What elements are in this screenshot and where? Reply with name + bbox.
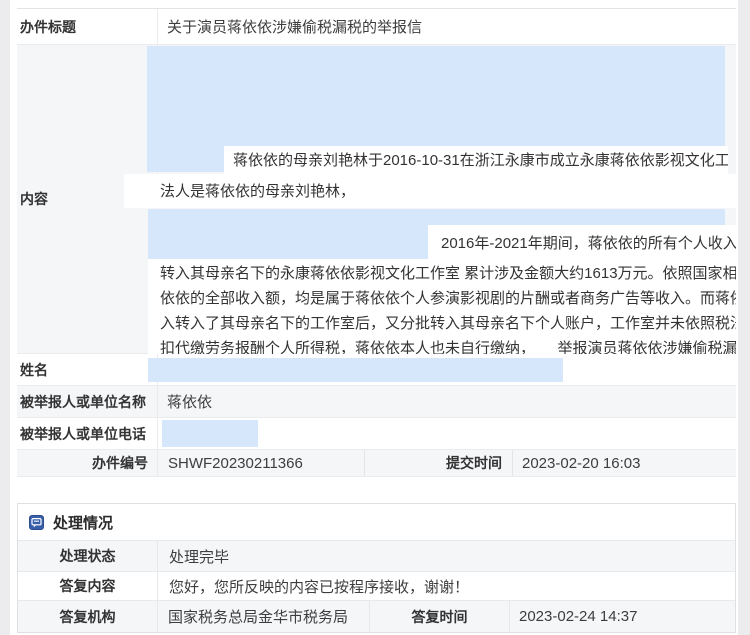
redaction-block — [162, 420, 258, 447]
handling-status-value: 处理完毕 — [158, 541, 735, 571]
reply-content-value: 您好，您所反映的内容已按程序接收，谢谢！ — [158, 572, 735, 600]
content-line: 蒋依依的母亲刘艳林于2016-10-31在浙江永康市成立永康蒋依依影视文化工作室… — [233, 148, 728, 173]
reply-content-label: 答复内容 — [18, 572, 158, 600]
reported-name-value: 蒋依依 — [158, 386, 736, 417]
handling-result-title: 处理情况 — [53, 512, 113, 533]
row-reply-content: 答复内容 您好，您所反映的内容已按程序接收，谢谢！ — [18, 571, 735, 601]
content-text-patch: 2016年-2021年期间，蒋依依的所有个人收入全部 — [428, 225, 736, 259]
submit-time-value: 2023-02-20 16:03 — [513, 450, 736, 476]
table-row-title: 办件标题 关于演员蒋依依涉嫌偷税漏税的举报信 — [17, 9, 736, 45]
handling-status-label: 处理状态 — [18, 541, 158, 571]
row-handling-status: 处理状态 处理完毕 — [18, 541, 735, 571]
content-line: 入转入了其母亲名下的工作室后，又分批转入其母亲名下个人账户，工作室并未依照税法规… — [160, 311, 736, 336]
table-row-reported-name: 被举报人或单位名称 蒋依依 — [17, 386, 736, 418]
table-row-content: 内容 蒋依依的母亲刘艳林于2016-10-31在浙江永康市成立永康蒋依依影视文化… — [17, 45, 736, 354]
page-right-gutter — [738, 0, 750, 635]
content-text-patch: 蒋依依的母亲刘艳林于2016-10-31在浙江永康市成立永康蒋依依影视文化工作室… — [224, 146, 728, 175]
comments-icon — [29, 515, 44, 530]
content-line: 依依的全部收入额，均是属于蒋依依个人参演影视剧的片酬或者商务广告等收入。而蒋依依… — [160, 286, 736, 311]
page-left-gutter — [0, 0, 10, 635]
handling-result-header: 处理情况 — [18, 504, 735, 541]
title-label: 办件标题 — [17, 9, 158, 44]
case-number-label: 办件编号 — [17, 450, 158, 476]
reported-phone-label: 被举报人或单位电话 — [17, 418, 158, 449]
content-line: 2016年-2021年期间，蒋依依的所有个人收入全部 — [441, 231, 736, 256]
title-value: 关于演员蒋依依涉嫌偷税漏税的举报信 — [158, 9, 736, 44]
reply-agency-value: 国家税务总局金华市税务局 — [158, 601, 370, 632]
content-paragraph: 转入其母亲名下的永康蒋依依影视文化工作室 累计涉及金额大约1613万元。依照国家… — [148, 259, 736, 354]
reported-name-label: 被举报人或单位名称 — [17, 386, 158, 417]
handling-result-box: 处理情况 处理状态 处理完毕 答复内容 您好，您所反映的内容已按程序接收，谢谢！… — [17, 503, 736, 633]
row-reply-agency: 答复机构 国家税务总局金华市税务局 答复时间 2023-02-24 14:37 — [18, 601, 735, 632]
content-line: 法人是蒋依依的母亲刘艳林， — [160, 179, 355, 204]
complaint-form-table: 办件标题 关于演员蒋依依涉嫌偷税漏税的举报信 内容 蒋依依的母亲刘艳林于2016… — [17, 8, 736, 477]
table-row-reported-phone: 被举报人或单位电话 — [17, 418, 736, 450]
case-number-value: SHWF20230211366 — [158, 450, 365, 476]
reply-agency-label: 答复机构 — [18, 601, 158, 632]
content-text-patch: 法人是蒋依依的母亲刘艳林， — [124, 174, 736, 208]
reply-time-value: 2023-02-24 14:37 — [510, 601, 735, 632]
submit-time-label: 提交时间 — [365, 450, 513, 476]
name-label: 姓名 — [17, 354, 158, 385]
reply-time-label: 答复时间 — [370, 601, 510, 632]
content-line: 转入其母亲名下的永康蒋依依影视文化工作室 累计涉及金额大约1613万元。依照国家… — [160, 261, 736, 286]
redaction-block — [148, 358, 563, 382]
table-row-case-number: 办件编号 SHWF20230211366 提交时间 2023-02-20 16:… — [17, 450, 736, 477]
table-row-name: 姓名 — [17, 354, 736, 386]
